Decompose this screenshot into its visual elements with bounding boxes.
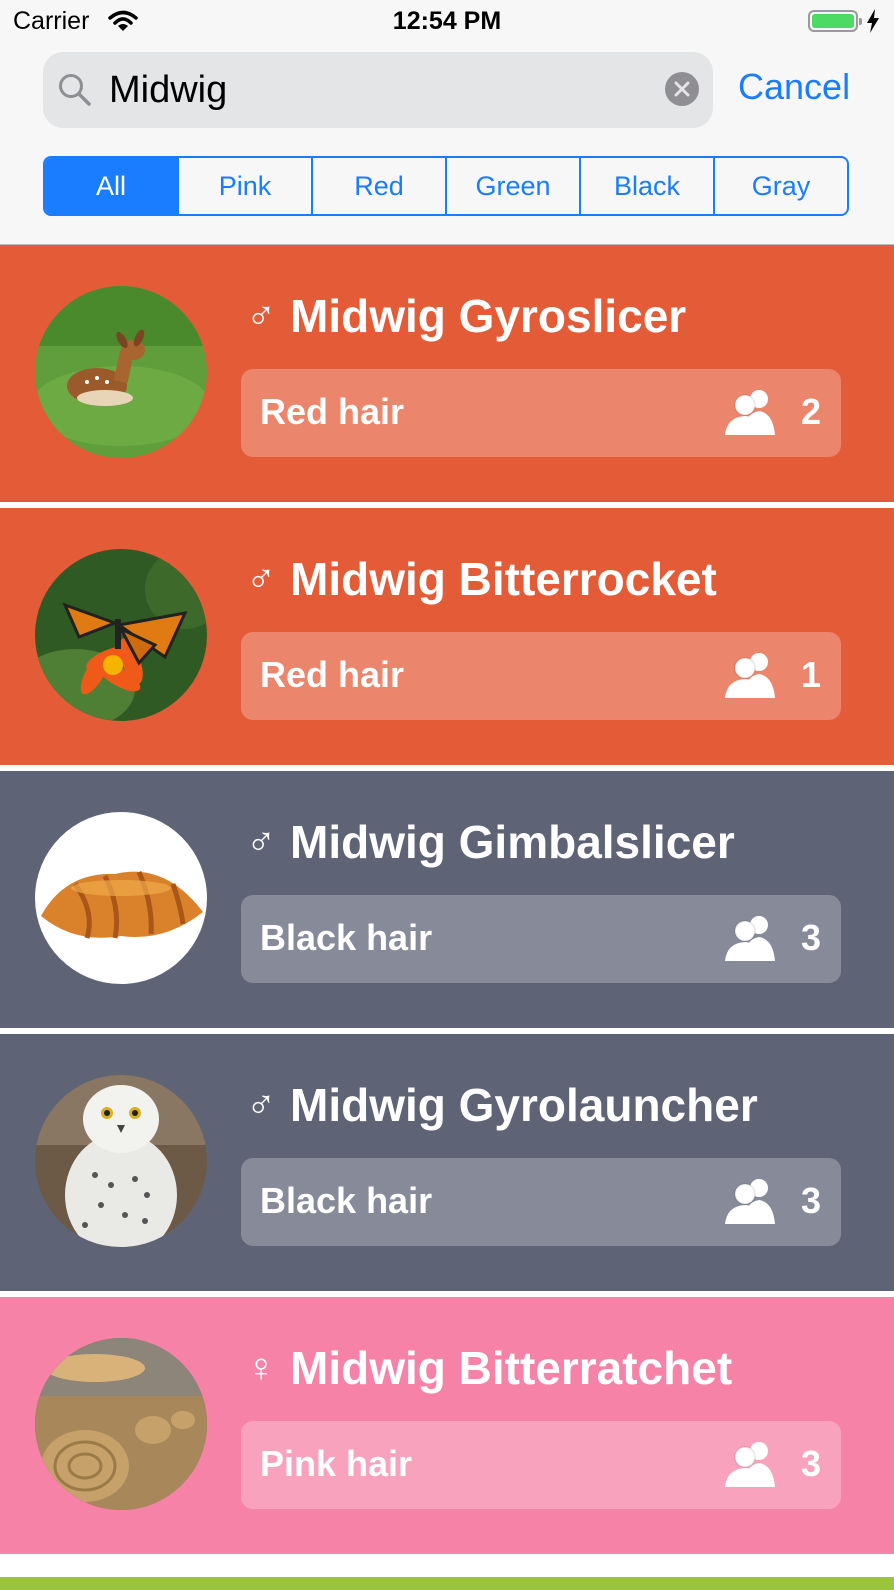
hair-label: Black hair [260,1180,433,1221]
hair-info-pill: Black hair 3 [241,1158,841,1246]
people-icon [723,1178,781,1229]
people-icon [723,652,781,703]
hair-info-pill: Black hair 3 [241,895,841,983]
avatar-fawn [35,286,207,458]
result-title: ♂ Midwig Gyrolauncher [246,1078,758,1132]
result-row[interactable]: ♂ Midwig Gimbalslicer Black hair 3 [0,771,894,1034]
header: Carrier 12:54 PM Midwig Cancel All Pink … [0,0,894,245]
battery-icon [808,10,862,32]
segment-red[interactable]: Red [311,158,445,214]
avatar-owl [35,1075,207,1247]
charging-bolt-icon [866,9,880,38]
hair-label: Red hair [260,654,405,695]
people-icon [723,1441,781,1492]
avatar-butterfly [35,549,207,721]
clear-search-icon[interactable] [665,72,699,106]
male-symbol-icon: ♂ [246,556,276,601]
result-title: ♂ Midwig Bitterrocket [246,552,717,606]
male-symbol-icon: ♂ [246,293,276,338]
hair-label: Red hair [260,391,405,432]
result-name: Midwig Bitterratchet [290,1342,733,1394]
avatar-hay-bales [35,1338,207,1510]
female-symbol-icon: ♀ [246,1345,276,1390]
hair-info-pill: Red hair 1 [241,632,841,720]
hair-label: Pink hair [260,1443,413,1484]
segment-all[interactable]: All [45,158,177,214]
result-title: ♂ Midwig Gyroslicer [246,289,686,343]
color-filter-segmented-control: All Pink Red Green Black Gray [43,156,849,216]
member-count: 3 [801,1180,822,1221]
search-icon [57,72,93,113]
result-row[interactable]: ♂ Midwig Bitterrocket Red hair 1 [0,508,894,771]
result-name: Midwig Gimbalslicer [290,816,735,868]
status-time: 12:54 PM [392,7,502,35]
segment-gray[interactable]: Gray [713,158,847,214]
hair-info-pill: Red hair 2 [241,369,841,457]
member-count: 1 [801,654,822,695]
segment-green[interactable]: Green [445,158,579,214]
search-input[interactable] [109,62,649,118]
battery-fill [812,14,854,28]
member-count: 3 [801,1443,822,1484]
result-row[interactable]: ♀ Midwig Bitterratchet Pink hair 3 [0,1297,894,1560]
member-count: 3 [801,917,822,958]
cancel-button[interactable]: Cancel [738,66,850,108]
male-symbol-icon: ♂ [246,1082,276,1127]
result-name: Midwig Gyrolauncher [290,1079,758,1131]
hair-info-pill: Pink hair 3 [241,1421,841,1509]
result-title: ♀ Midwig Bitterratchet [246,1341,732,1395]
result-title: ♂ Midwig Gimbalslicer [246,815,735,869]
avatar-croissant [35,812,207,984]
male-symbol-icon: ♂ [246,819,276,864]
search-bar [43,52,713,128]
result-row[interactable]: ♂ Midwig Gyroslicer Red hair 2 [0,245,894,508]
result-name: Midwig Gyroslicer [290,290,687,342]
hair-label: Black hair [260,917,433,958]
people-icon [723,915,781,966]
result-name: Midwig Bitterrocket [290,553,717,605]
segment-black[interactable]: Black [579,158,713,214]
results-list: ♂ Midwig Gyroslicer Red hair 2 ♂ Midwig … [0,245,894,1560]
status-bar: Carrier 12:54 PM [0,0,894,44]
member-count: 2 [801,391,822,432]
people-icon [723,389,781,440]
next-row-edge [0,1577,894,1590]
segment-pink[interactable]: Pink [177,158,311,214]
result-row[interactable]: ♂ Midwig Gyrolauncher Black hair 3 [0,1034,894,1297]
